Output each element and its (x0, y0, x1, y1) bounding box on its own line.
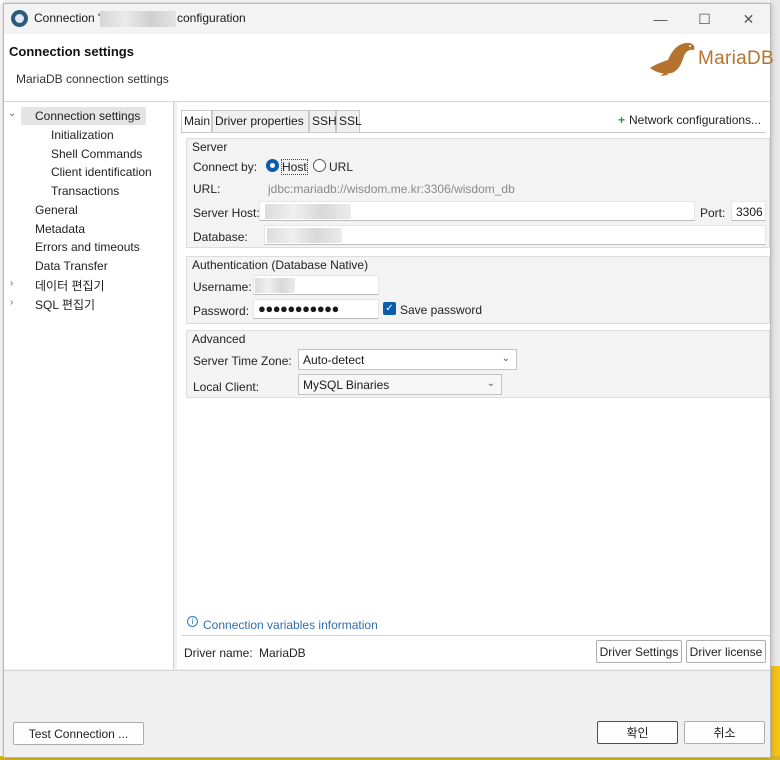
title-bar[interactable]: Connection " configuration — ☐ ✕ (4, 4, 770, 34)
nav-item-shell-commands[interactable]: Shell Commands (51, 147, 142, 161)
tab-main[interactable]: Main (181, 110, 212, 133)
tab-ssl[interactable]: SSL (336, 110, 362, 132)
authentication-group: Authentication (Database Native) Usernam… (186, 256, 770, 324)
ok-button[interactable]: 확인 (597, 721, 678, 744)
redacted-host-value (265, 204, 351, 219)
close-icon[interactable]: ✕ (726, 4, 771, 34)
nav-item-general[interactable]: General (35, 203, 78, 217)
nav-item-data-transfer[interactable]: Data Transfer (35, 259, 108, 273)
nav-item-connection-settings[interactable]: Connection settings (21, 107, 146, 125)
driver-name-label: Driver name: (184, 646, 253, 660)
background-window-accent (770, 666, 780, 760)
chevron-right-icon[interactable]: › (10, 297, 13, 308)
mariadb-logo-text: MariaDB (698, 48, 775, 69)
chevron-down-icon[interactable]: ⌄ (8, 108, 16, 119)
window-title-suffix: configuration (177, 11, 246, 25)
url-field: jdbc:mariadb://wisdom.me.kr:3306/wisdom_… (268, 182, 515, 196)
host-radio[interactable] (266, 159, 279, 172)
footer-divider (4, 670, 770, 671)
nav-item-metadata[interactable]: Metadata (35, 222, 85, 236)
info-icon: i (187, 616, 198, 627)
plus-icon: + (618, 113, 626, 127)
driver-name-value: MariaDB (259, 646, 306, 660)
redacted-connection-name (100, 11, 176, 27)
page-subtitle: MariaDB connection settings (16, 72, 169, 86)
tab-ssh[interactable]: SSH (309, 110, 337, 132)
nav-item-initialization[interactable]: Initialization (51, 128, 114, 142)
url-label: URL: (193, 182, 221, 196)
mariadb-seal-logo-icon (650, 42, 695, 76)
port-label: Port: (700, 206, 726, 220)
window-title-prefix: Connection " (34, 11, 103, 25)
driver-divider (181, 635, 770, 636)
server-host-label: Server Host: (193, 206, 260, 220)
server-time-zone-value: Auto-detect (303, 353, 365, 367)
connect-by-label: Connect by: (193, 160, 258, 174)
advanced-group: Advanced Server Time Zone: Auto-detect ⌄… (186, 330, 770, 398)
network-configurations-button[interactable]: + Network configurations... (618, 113, 761, 127)
server-group-title: Server (192, 140, 228, 154)
background-window (770, 0, 780, 760)
advanced-group-title: Advanced (192, 332, 246, 346)
password-input[interactable]: ●●●●●●●●●●● (253, 299, 379, 319)
local-client-label: Local Client: (193, 380, 260, 394)
url-radio-label[interactable]: URL (329, 160, 353, 174)
driver-settings-button[interactable]: Driver Settings (596, 640, 682, 663)
save-password-checkbox[interactable]: ✓ (383, 302, 396, 315)
redacted-username-value (255, 278, 295, 293)
connection-config-dialog: Connection " configuration — ☐ ✕ Connect… (3, 3, 774, 758)
database-label: Database: (193, 230, 248, 244)
test-connection-button[interactable]: Test Connection ... (13, 722, 144, 745)
page-title: Connection settings (9, 44, 134, 59)
nav-item-transactions[interactable]: Transactions (51, 184, 119, 198)
nav-item-data-editor[interactable]: 데이터 편집기 (35, 277, 105, 294)
port-input[interactable]: 3306 (731, 201, 766, 221)
dialog-header: Connection settings MariaDB connection s… (4, 34, 774, 102)
network-configurations-label: Network configurations... (629, 113, 762, 127)
maximize-icon[interactable]: ☐ (682, 4, 727, 34)
nav-item-client-identification[interactable]: Client identification (51, 165, 152, 179)
connection-variables-link[interactable]: Connection variables information (203, 618, 378, 632)
tab-divider (181, 132, 766, 133)
tab-driver-properties[interactable]: Driver properties (212, 110, 309, 132)
chevron-down-icon: ⌄ (501, 353, 510, 364)
minimize-icon[interactable]: — (638, 4, 683, 34)
dbeaver-app-icon (11, 10, 28, 27)
server-group: Server Connect by: Host URL URL: jdbc:ma… (186, 138, 770, 248)
main-panel: Main Driver properties SSH SSL + Network … (177, 102, 770, 669)
chevron-right-icon[interactable]: › (10, 278, 13, 289)
cancel-button[interactable]: 취소 (684, 721, 765, 744)
password-label: Password: (193, 304, 250, 318)
local-client-dropdown[interactable]: MySQL Binaries ⌄ (298, 374, 502, 395)
nav-item-label: Connection settings (35, 109, 141, 123)
nav-item-sql-editor[interactable]: SQL 편집기 (35, 296, 95, 313)
driver-license-button[interactable]: Driver license (686, 640, 766, 663)
host-radio-label[interactable]: Host (281, 159, 308, 175)
settings-nav-tree: ⌄ Connection settings Initialization She… (4, 102, 174, 669)
local-client-value: MySQL Binaries (303, 378, 390, 392)
nav-item-errors-timeouts[interactable]: Errors and timeouts (35, 240, 140, 254)
server-time-zone-label: Server Time Zone: (193, 354, 292, 368)
server-time-zone-dropdown[interactable]: Auto-detect ⌄ (298, 349, 517, 370)
url-radio[interactable] (313, 159, 326, 172)
chevron-down-icon: ⌄ (486, 378, 495, 389)
save-password-label[interactable]: Save password (400, 303, 482, 317)
authentication-group-title: Authentication (Database Native) (192, 258, 369, 272)
username-label: Username: (193, 280, 252, 294)
redacted-database-value (267, 228, 342, 243)
